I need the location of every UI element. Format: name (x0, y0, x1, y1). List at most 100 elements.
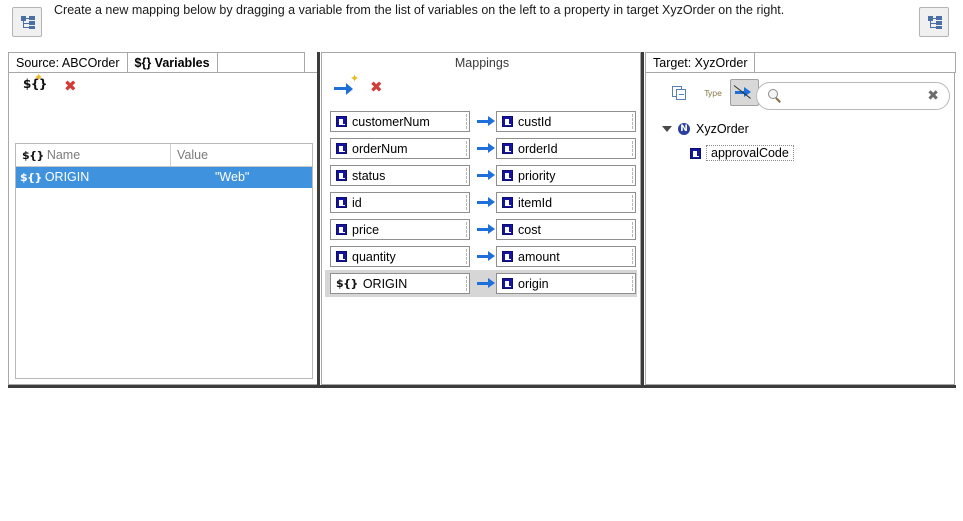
mapping-row[interactable]: orderNum orderId (325, 135, 637, 162)
mapping-source-label: orderNum (352, 141, 408, 156)
tab-filler (754, 52, 957, 73)
mapping-arrow-icon (470, 170, 496, 180)
column-header-value[interactable]: Value (171, 144, 312, 166)
property-icon (336, 224, 347, 235)
property-icon (502, 170, 513, 181)
mapping-target-field[interactable]: custId (496, 111, 636, 132)
mapping-arrow-icon (470, 224, 496, 234)
mapping-source-field[interactable]: id (330, 192, 470, 213)
variable-icon: ${} (20, 171, 42, 184)
target-tree: N XyzOrder approvalCode (654, 117, 948, 165)
mapping-arrow-icon (470, 116, 496, 126)
mapping-row[interactable]: status priority (325, 162, 637, 189)
tree-hierarchy-icon[interactable] (12, 7, 42, 37)
mapping-target-field[interactable]: itemId (496, 192, 636, 213)
mapping-target-label: priority (518, 168, 556, 183)
mapping-source-label: quantity (352, 249, 396, 264)
delete-mapping-icon[interactable]: ✖ (370, 80, 392, 102)
mapping-target-label: custId (518, 114, 552, 129)
property-icon (502, 116, 513, 127)
variable-icon: ${} (22, 149, 44, 162)
delete-mapping-label: ✖ (370, 78, 383, 96)
mapping-target-label: cost (518, 222, 541, 237)
mapping-target-label: amount (518, 249, 560, 264)
mapping-target-field[interactable]: orderId (496, 138, 636, 159)
tab-target-xyzorder[interactable]: Target: XyzOrder (645, 52, 756, 73)
mappings-panel: Mappings ✦ ✖ customerNum custId orderNum… (321, 52, 641, 385)
mapping-row[interactable]: price cost (325, 216, 637, 243)
mapping-target-field[interactable]: cost (496, 219, 636, 240)
mapping-target-field[interactable]: amount (496, 246, 636, 267)
splitter-left[interactable] (317, 52, 320, 388)
table-row[interactable]: ${} ORIGIN "Web" (16, 167, 312, 188)
variable-name-cell: ${} ORIGIN (16, 167, 171, 188)
collapse-all-icon[interactable] (666, 81, 692, 105)
splitter-right[interactable] (641, 52, 644, 388)
mapping-arrow-icon (470, 278, 496, 288)
source-panel: Source: ABCOrder ${} Variables ${} ✦ ✖ $… (8, 52, 319, 385)
variables-table: ${} Name Value ${} ORIGIN "Web" (15, 143, 313, 379)
mapping-row[interactable]: ${} ORIGIN origin (325, 270, 637, 297)
mapping-source-label: customerNum (352, 114, 430, 129)
property-icon (502, 143, 513, 154)
mapping-target-label: origin (518, 276, 549, 291)
mapping-source-field[interactable]: orderNum (330, 138, 470, 159)
column-header-name-label: Name (46, 148, 81, 162)
variable-value-cell: "Web" (215, 170, 250, 184)
mapping-row[interactable]: customerNum custId (325, 108, 637, 135)
mapping-source-field[interactable]: price (330, 219, 470, 240)
star-badge-icon: ✦ (350, 73, 360, 85)
add-variable-icon[interactable]: ${} ✦ (23, 73, 47, 101)
search-icon (768, 89, 778, 99)
mappings-title: Mappings (454, 56, 510, 70)
search-box[interactable]: ✖ (756, 82, 950, 110)
tree-node-label: XyzOrder (696, 122, 749, 136)
property-icon (336, 116, 347, 127)
mapping-source-label: ORIGIN (362, 276, 408, 291)
variable-name-label: ORIGIN (44, 170, 90, 184)
property-icon (502, 278, 513, 289)
show-type-icon[interactable]: Type (700, 81, 726, 105)
mapping-source-field[interactable]: ${} ORIGIN (330, 273, 470, 294)
tree-hierarchy-glyph (928, 16, 942, 29)
tab-filler (216, 52, 305, 73)
column-header-name[interactable]: ${} Name (16, 144, 171, 166)
star-badge-icon: ✦ (34, 72, 44, 84)
mapping-arrow-icon (470, 251, 496, 261)
property-icon (336, 251, 347, 262)
mapping-arrow-icon (470, 197, 496, 207)
mapping-source-field[interactable]: customerNum (330, 111, 470, 132)
target-panel: Target: XyzOrder Type ✖ N XyzOrder appro… (645, 52, 957, 385)
tree-hierarchy-glyph (21, 16, 35, 29)
clear-search-icon[interactable]: ✖ (927, 88, 939, 104)
detail-panel: ABCOrder ${} ORIGIN XyzOrder origin (0, 393, 963, 521)
mapping-row[interactable]: quantity amount (325, 243, 637, 270)
mappings-toolbar: ✦ ✖ (322, 74, 640, 105)
tab-variables[interactable]: ${} Variables (126, 52, 218, 73)
mapping-source-label: price (352, 222, 380, 237)
tree-node-approvalcode[interactable]: approvalCode (654, 141, 948, 165)
chevron-down-icon[interactable] (662, 126, 672, 132)
variables-table-header: ${} Name Value (16, 144, 312, 167)
header-tree-toggle-button[interactable] (919, 7, 949, 37)
mapping-target-field[interactable]: priority (496, 165, 636, 186)
property-icon (690, 147, 701, 159)
tab-source-abcorder[interactable]: Source: ABCOrder (8, 52, 128, 73)
tree-node-label: approvalCode (706, 145, 794, 161)
property-icon (336, 170, 347, 181)
source-panel-body: ${} ✦ ✖ ${} Name Value ${} ORIGIN "Web" (8, 72, 319, 385)
property-icon (336, 143, 347, 154)
hide-mapped-filter-icon[interactable] (730, 79, 759, 106)
delete-variable-icon[interactable]: ✖ (64, 79, 86, 101)
mapping-source-field[interactable]: quantity (330, 246, 470, 267)
search-input[interactable] (787, 87, 919, 107)
add-mapping-arrow-icon[interactable]: ✦ (334, 74, 359, 103)
mapping-editor-window: Create a new mapping below by dragging a… (0, 0, 963, 521)
property-icon (502, 197, 513, 208)
mapping-target-label: orderId (518, 141, 558, 156)
show-type-label: Type (704, 88, 722, 98)
tree-node-xyzorder[interactable]: N XyzOrder (654, 117, 948, 141)
mapping-target-field[interactable]: origin (496, 273, 636, 294)
mapping-row[interactable]: id itemId (325, 189, 637, 216)
mapping-source-field[interactable]: status (330, 165, 470, 186)
